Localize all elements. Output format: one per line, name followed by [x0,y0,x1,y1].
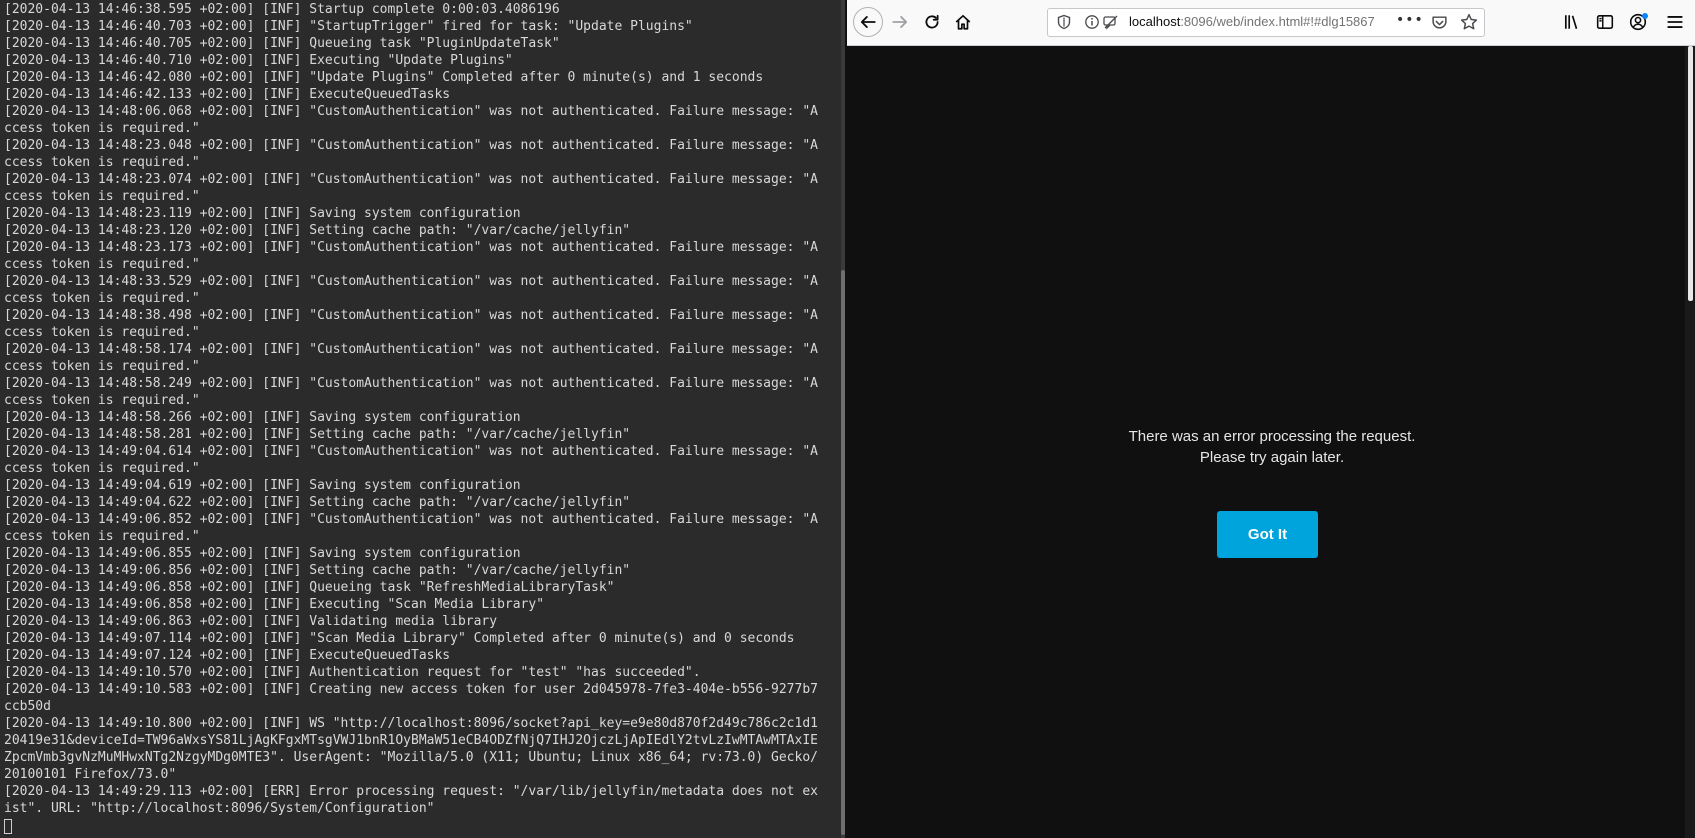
terminal-line: [2020-04-13 14:46:40.703 +02:00] [INF] "… [4,19,693,34]
terminal-line: [2020-04-13 14:48:06.068 +02:00] [INF] "… [4,104,818,119]
terminal-line: [2020-04-13 14:46:40.705 +02:00] [INF] Q… [4,36,560,51]
reload-button[interactable] [919,9,945,35]
reload-icon [925,14,939,29]
tracking-shield-icon[interactable] [1056,14,1072,30]
terminal-line: ccess token is required." [4,257,200,272]
terminal-line: [2020-04-13 14:49:06.863 +02:00] [INF] V… [4,614,498,629]
url-host: localhost [1129,14,1181,29]
terminal-line: [2020-04-13 14:48:23.119 +02:00] [INF] S… [4,206,521,221]
pocket-icon[interactable] [1431,14,1448,31]
forward-button[interactable] [887,9,913,35]
terminal-line: [2020-04-13 14:49:29.113 +02:00] [ERR] E… [4,784,818,799]
library-button[interactable] [1559,9,1585,35]
terminal-line: ccb50d [4,699,51,714]
bookmark-star-icon[interactable] [1460,13,1478,31]
terminal-line: [2020-04-13 14:49:06.858 +02:00] [INF] Q… [4,580,615,595]
terminal-line: ccess token is required." [4,325,200,340]
terminal-line: [2020-04-13 14:46:42.080 +02:00] [INF] "… [4,70,764,85]
url-path: :8096/web/index.html#!#dlg15867 [1180,14,1375,29]
page-content: There was an error processing the reques… [847,46,1695,838]
hamburger-menu-icon [1667,16,1683,28]
terminal-line: [2020-04-13 14:49:04.614 +02:00] [INF] "… [4,444,818,459]
page-actions-button[interactable]: ••• [1396,12,1424,28]
terminal-line: ccess token is required." [4,121,200,136]
terminal-line: [2020-04-13 14:49:10.800 +02:00] [INF] W… [4,716,818,731]
terminal-line: ccess token is required." [4,291,200,306]
browser-window: localhost:8096/web/index.html#!#dlg15867… [847,0,1695,838]
browser-toolbar: localhost:8096/web/index.html#!#dlg15867… [847,0,1695,46]
open-menu-button[interactable] [1662,9,1688,35]
terminal-line: [2020-04-13 14:49:04.619 +02:00] [INF] S… [4,478,521,493]
terminal-line: ccess token is required." [4,359,200,374]
terminal-line: [2020-04-13 14:48:23.074 +02:00] [INF] "… [4,172,818,187]
terminal-line: ccess token is required." [4,529,200,544]
terminal-line: ccess token is required." [4,155,200,170]
back-button[interactable] [853,7,883,37]
error-message-line: Please try again later. [1199,449,1345,466]
terminal-line: [2020-04-13 14:48:33.529 +02:00] [INF] "… [4,274,818,289]
terminal-line: [2020-04-13 14:48:58.281 +02:00] [INF] S… [4,427,631,442]
terminal-line: [2020-04-13 14:48:58.249 +02:00] [INF] "… [4,376,818,391]
terminal-line: ccess token is required." [4,461,200,476]
error-dialog-message: There was an error processing the reques… [1067,426,1477,468]
terminal-line: [2020-04-13 14:49:06.855 +02:00] [INF] S… [4,546,521,561]
home-button[interactable] [950,9,976,35]
terminal-line: [2020-04-13 14:46:40.710 +02:00] [INF] E… [4,53,513,68]
terminal-line: [2020-04-13 14:46:42.133 +02:00] [INF] E… [4,87,451,102]
terminal-line: [2020-04-13 14:48:58.174 +02:00] [INF] "… [4,342,818,357]
terminal-line: [2020-04-13 14:49:06.852 +02:00] [INF] "… [4,512,818,527]
terminal-line: [2020-04-13 14:49:10.570 +02:00] [INF] A… [4,665,701,680]
terminal-line: [2020-04-13 14:48:23.120 +02:00] [INF] S… [4,223,631,238]
terminal-line: ccess token is required." [4,189,200,204]
terminal-line: [2020-04-13 14:49:06.858 +02:00] [INF] E… [4,597,545,612]
terminal-line: [2020-04-13 14:49:07.124 +02:00] [INF] E… [4,648,451,663]
terminal-output: [2020-04-13 14:46:38.595 +02:00] [INF] S… [4,1,840,817]
page-scrollbar-thumb[interactable] [1688,46,1693,301]
permissions-icon[interactable] [1102,14,1120,30]
back-arrow-icon [860,16,876,28]
sidebar-button[interactable] [1592,9,1618,35]
terminal-line: [2020-04-13 14:49:10.583 +02:00] [INF] C… [4,682,818,697]
terminal-line: ZpcmVmb3gvNzMuMHwxNTg2NzgyMDg0MTE3". Use… [4,750,818,765]
terminal-line: [2020-04-13 14:49:04.622 +02:00] [INF] S… [4,495,631,510]
url-bar[interactable]: localhost:8096/web/index.html#!#dlg15867… [1047,8,1485,37]
site-info-icon[interactable] [1084,14,1100,30]
terminal-line: [2020-04-13 14:48:38.498 +02:00] [INF] "… [4,308,818,323]
terminal-line: 20100101 Firefox/73.0" [4,767,177,782]
terminal-line: [2020-04-13 14:49:06.856 +02:00] [INF] S… [4,563,631,578]
terminal-line: [2020-04-13 14:48:23.173 +02:00] [INF] "… [4,240,818,255]
terminal-line: ist". URL: "http://localhost:8096/System… [4,801,435,816]
terminal-window[interactable]: [2020-04-13 14:46:38.595 +02:00] [INF] S… [0,0,845,838]
home-icon [955,14,971,30]
url-text[interactable]: localhost:8096/web/index.html#!#dlg15867 [1129,14,1389,29]
account-notification-dot [1642,13,1648,19]
terminal-line: 20419e31&deviceId=TW96aWxsYS81LjAgKFgxMT… [4,733,818,748]
terminal-line: [2020-04-13 14:48:58.266 +02:00] [INF] S… [4,410,521,425]
got-it-button[interactable]: Got It [1217,511,1318,558]
forward-arrow-icon [892,16,908,28]
library-icon [1564,15,1578,29]
terminal-line: ccess token is required." [4,393,200,408]
terminal-cursor [4,819,12,834]
terminal-line: [2020-04-13 14:46:38.595 +02:00] [INF] S… [4,2,560,17]
sidebar-icon [1596,15,1614,29]
terminal-line: [2020-04-13 14:48:23.048 +02:00] [INF] "… [4,138,818,153]
terminal-line: [2020-04-13 14:49:07.114 +02:00] [INF] "… [4,631,795,646]
error-message-line: There was an error processing the reques… [1128,428,1416,445]
